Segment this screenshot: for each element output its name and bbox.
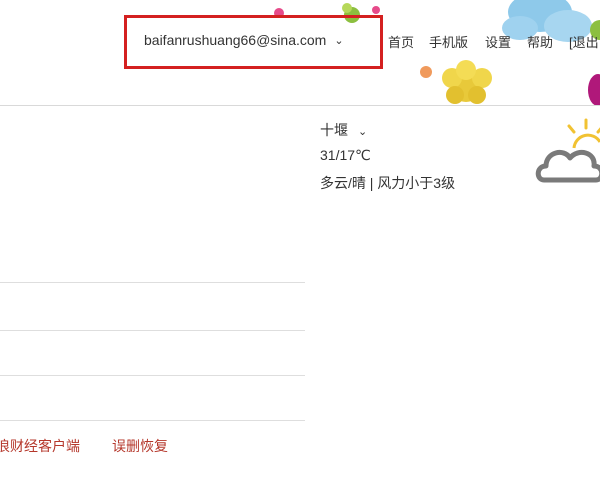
list-divider	[0, 420, 305, 421]
nav-mobile-link[interactable]: 手机版	[429, 32, 468, 51]
recover-deleted-link[interactable]: 误删恢复	[112, 436, 168, 456]
list-divider	[0, 375, 305, 376]
account-email-dropdown[interactable]: baifanrushuang66@sina.com ⌄	[144, 32, 344, 48]
cloud-sun-icon	[535, 118, 600, 183]
weather-separator: |	[369, 175, 374, 191]
nav-help-link[interactable]: 帮助	[527, 32, 553, 51]
chevron-down-icon: ⌄	[334, 35, 344, 47]
list-divider	[0, 330, 305, 331]
weather-condition: 多云/晴	[320, 175, 366, 191]
weather-temperature: 31/17℃	[320, 147, 371, 163]
account-email: baifanrushuang66@sina.com	[144, 32, 327, 48]
weather-city: 十堰	[320, 122, 348, 138]
header-divider	[0, 105, 600, 106]
finance-client-link[interactable]: 浪财经客户端	[0, 436, 80, 456]
weather-summary: 多云/晴 | 风力小于3级	[320, 173, 455, 193]
nav-logout-link[interactable]: [退出	[569, 32, 599, 51]
chevron-down-icon: ⌄	[358, 126, 368, 138]
nav-home-link[interactable]: 首页	[388, 32, 414, 51]
nav-settings-link[interactable]: 设置	[485, 32, 511, 51]
weather-city-selector[interactable]: 十堰 ⌄	[320, 120, 367, 140]
weather-wind: 风力小于3级	[377, 175, 456, 191]
top-header: baifanrushuang66@sina.com ⌄ 首页 手机版 设置 帮助 …	[0, 0, 600, 106]
list-divider	[0, 282, 305, 283]
